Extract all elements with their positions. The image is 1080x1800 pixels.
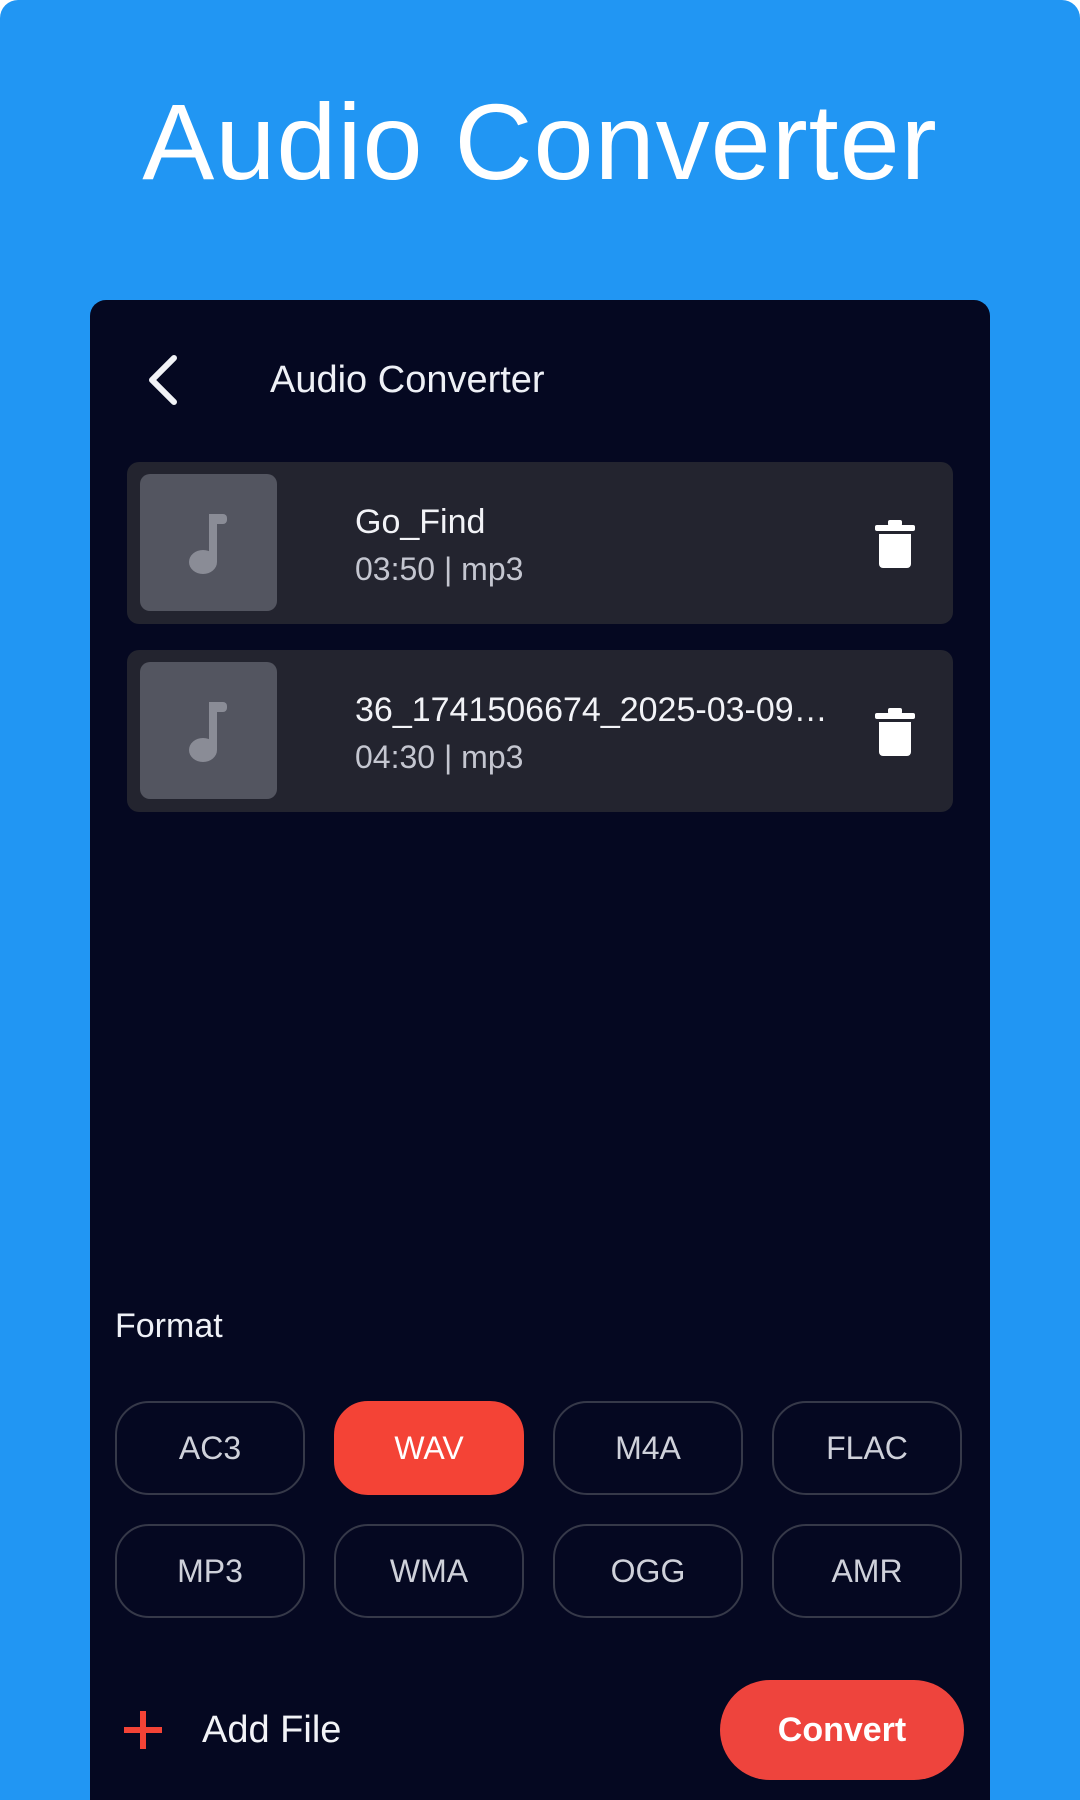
file-thumbnail (140, 474, 277, 611)
music-note-icon (188, 513, 227, 574)
format-label: Format (115, 1307, 223, 1345)
format-chip-ogg[interactable]: OGG (553, 1524, 743, 1618)
back-button[interactable] (134, 350, 194, 410)
page-title: Audio Converter (270, 359, 545, 401)
chevron-left-icon (149, 355, 177, 405)
app-bar: Audio Converter (90, 300, 990, 460)
format-chip-ac3[interactable]: AC3 (115, 1401, 305, 1495)
file-name: Go_Find (355, 503, 486, 541)
file-thumbnail (140, 662, 277, 799)
promo-title: Audio Converter (142, 81, 938, 202)
music-note-icon (188, 701, 227, 762)
format-chip-mp3[interactable]: MP3 (115, 1524, 305, 1618)
format-chip-wav[interactable]: WAV (334, 1401, 524, 1495)
promo-background: Audio Converter Audio Converter Go_Find … (0, 0, 1080, 1800)
plus-icon (124, 1711, 162, 1749)
convert-button[interactable]: Convert (720, 1680, 964, 1780)
format-chip-flac[interactable]: FLAC (772, 1401, 962, 1495)
delete-button[interactable] (867, 516, 923, 572)
format-chip-amr[interactable]: AMR (772, 1524, 962, 1618)
file-meta: 03:50 | mp3 (355, 551, 524, 587)
file-meta: 04:30 | mp3 (355, 739, 524, 775)
trash-icon (875, 708, 915, 756)
app-screen: Audio Converter Go_Find 03:50 | mp3 36_1… (90, 300, 990, 1800)
trash-icon (875, 520, 915, 568)
file-list-item[interactable]: 36_1741506674_2025-03-09… 04:30 | mp3 (127, 650, 953, 812)
format-chip-wma[interactable]: WMA (334, 1524, 524, 1618)
delete-button[interactable] (867, 704, 923, 760)
format-chip-m4a[interactable]: M4A (553, 1401, 743, 1495)
add-file-label: Add File (202, 1708, 342, 1751)
file-name: 36_1741506674_2025-03-09… (355, 691, 828, 729)
add-file-button[interactable]: Add File (120, 1690, 341, 1770)
file-list-item[interactable]: Go_Find 03:50 | mp3 (127, 462, 953, 624)
